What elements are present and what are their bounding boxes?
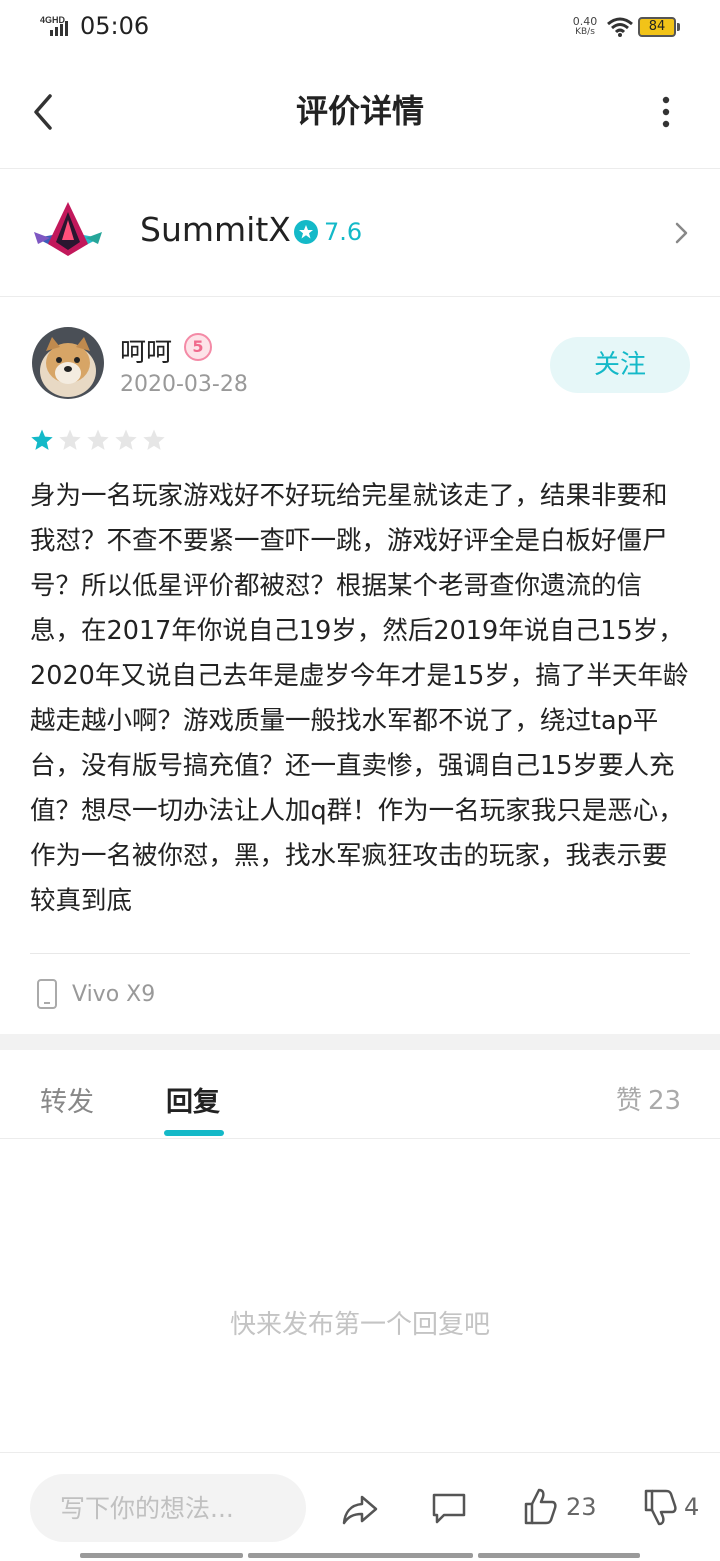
network-type: 4GHD xyxy=(40,15,66,25)
network-speed: 0.40 KB/s xyxy=(568,16,602,38)
tab-active-indicator xyxy=(164,1130,224,1136)
home-indicator xyxy=(248,1553,473,1558)
tab-likes[interactable]: 赞 23 xyxy=(616,1080,687,1117)
app-name: SummitX xyxy=(140,210,291,249)
app-score: 7.6 xyxy=(324,218,363,246)
like-count: 23 xyxy=(566,1493,597,1521)
likes-label: 赞 xyxy=(616,1086,643,1116)
dislike-count: 4 xyxy=(684,1493,700,1521)
likes-count: 23 xyxy=(648,1086,682,1116)
wifi-icon xyxy=(607,17,633,37)
device-label: Vivo X9 xyxy=(72,982,156,1007)
avatar[interactable] xyxy=(32,327,104,399)
rating-stars xyxy=(30,428,166,458)
network-speed-unit: KB/s xyxy=(575,27,595,37)
back-icon[interactable] xyxy=(24,88,64,136)
follow-button[interactable]: 关注 xyxy=(550,337,690,393)
phone-icon xyxy=(37,979,57,1009)
comment-input[interactable] xyxy=(30,1474,306,1542)
star-icon-filled xyxy=(31,429,53,450)
chevron-right-icon[interactable] xyxy=(672,218,692,248)
star-icon-empty xyxy=(59,429,81,450)
section-separator xyxy=(0,1034,720,1050)
review-text: 身为一名玩家游戏好不好玩给完星就该走了，结果非要和我怼？不查不要紧一查吓一跳，游… xyxy=(30,481,689,916)
thumbs-down-icon xyxy=(644,1489,677,1526)
tab-bar: 转发 回复 赞 23 xyxy=(0,1050,720,1139)
app-logo xyxy=(34,202,102,256)
dislike-button[interactable]: 4 xyxy=(642,1485,699,1529)
tab-forward[interactable]: 转发 xyxy=(40,1080,94,1119)
app-row[interactable]: SummitX 7.6 xyxy=(0,168,720,297)
star-icon-empty xyxy=(115,429,137,450)
divider xyxy=(30,953,690,954)
comment-icon[interactable] xyxy=(430,1489,468,1527)
status-time: 05:06 xyxy=(80,12,150,40)
review-date: 2020-03-28 xyxy=(120,372,248,397)
battery-tip xyxy=(677,23,680,31)
share-icon[interactable] xyxy=(340,1489,380,1529)
tab-reply[interactable]: 回复 xyxy=(166,1080,220,1119)
star-icon-empty xyxy=(143,429,165,450)
thumbs-up-icon xyxy=(524,1488,557,1525)
signal-icon: 4GHD xyxy=(40,15,68,36)
level-badge: 5 xyxy=(184,333,212,361)
status-bar: 4GHD 05:06 0.40 KB/s 84 xyxy=(0,0,720,56)
score-star-icon xyxy=(294,220,318,244)
more-icon[interactable] xyxy=(646,92,686,132)
star-icon-empty xyxy=(87,429,109,450)
battery-icon: 84 xyxy=(638,17,676,37)
page-title: 评价详情 xyxy=(295,92,424,130)
home-indicator xyxy=(478,1553,640,1558)
network-speed-value: 0.40 xyxy=(572,15,598,28)
author-name[interactable]: 呵呵 xyxy=(120,332,172,369)
home-indicator xyxy=(80,1553,243,1558)
battery-level: 84 xyxy=(648,19,666,34)
like-button[interactable]: 23 xyxy=(522,1485,597,1529)
bottom-action-bar: 23 4 xyxy=(0,1452,720,1561)
nav-header: 评价详情 xyxy=(0,56,720,169)
empty-state-text: 快来发布第一个回复吧 xyxy=(229,1310,490,1340)
